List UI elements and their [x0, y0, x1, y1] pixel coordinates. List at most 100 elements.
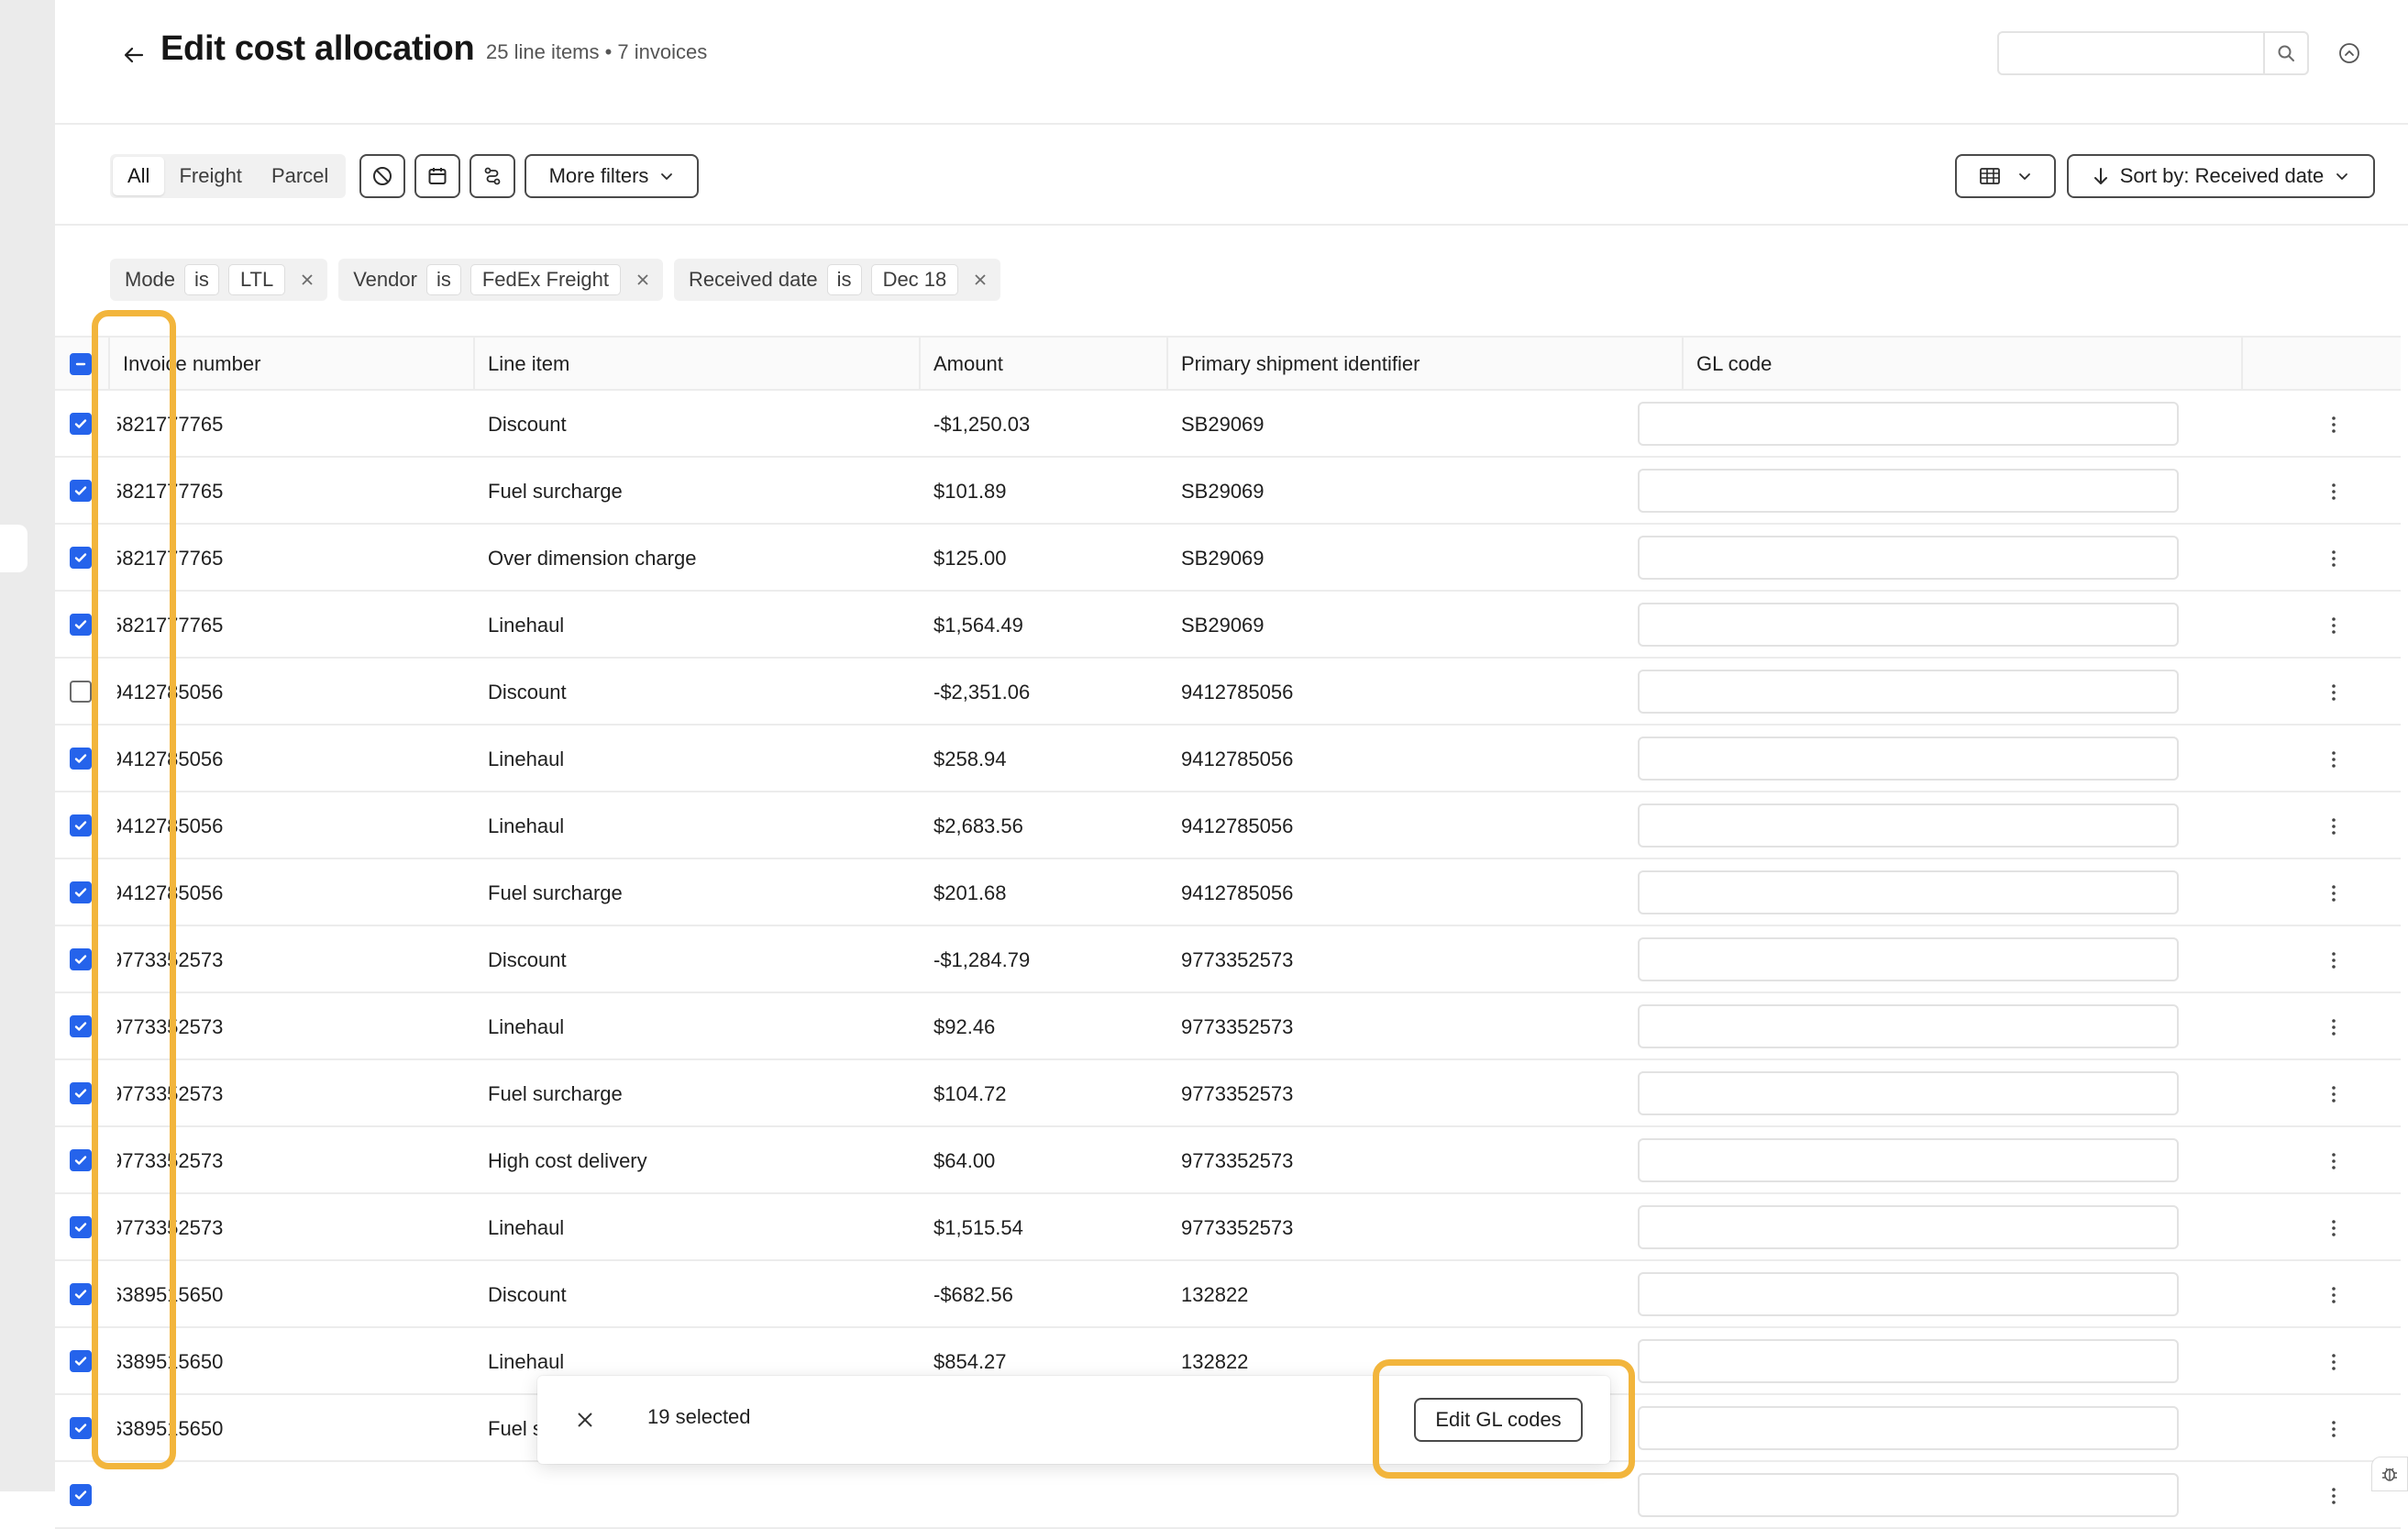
- table-row[interactable]: 9773352573 High cost delivery $64.00 977335…: [55, 1127, 2401, 1194]
- table-row[interactable]: [55, 1462, 2401, 1529]
- table-row[interactable]: 6389515650 Discount -$682.56 132822: [55, 1261, 2401, 1328]
- column-header-line-item[interactable]: Line item: [475, 338, 921, 391]
- filter-chip-received-date[interactable]: Received date is Dec 18: [674, 259, 1001, 301]
- column-header-gl-code[interactable]: GL code: [1684, 338, 2243, 391]
- table-row[interactable]: 9412785056 Discount -$2,351.06 9412785056: [55, 659, 2401, 726]
- more-vertical-icon[interactable]: [2320, 679, 2347, 706]
- date-filter-button[interactable]: [414, 154, 460, 198]
- close-icon[interactable]: [294, 267, 320, 293]
- row-checkbox[interactable]: [70, 1015, 92, 1037]
- close-icon[interactable]: [630, 267, 656, 293]
- chevron-up-circle-icon[interactable]: [2335, 39, 2364, 68]
- table-row[interactable]: 9773352573 Linehaul $1,515.54 9773352573: [55, 1194, 2401, 1261]
- filter-chip-mode[interactable]: Mode is LTL: [110, 259, 328, 301]
- table-row[interactable]: 5821777765 Fuel surcharge $101.89 SB29069: [55, 458, 2401, 525]
- column-header-amount[interactable]: Amount: [921, 338, 1168, 391]
- edit-gl-codes-button[interactable]: Edit GL codes: [1414, 1398, 1583, 1442]
- search-input[interactable]: [1999, 33, 2267, 73]
- row-checkbox[interactable]: [70, 1283, 92, 1305]
- bug-icon[interactable]: [2371, 1457, 2408, 1491]
- more-vertical-icon[interactable]: [2320, 411, 2347, 438]
- filter-chip-vendor[interactable]: Vendor is FedEx Freight: [338, 259, 664, 301]
- filter-value[interactable]: Dec 18: [870, 264, 959, 295]
- more-vertical-icon[interactable]: [2320, 1281, 2347, 1309]
- segment-parcel[interactable]: Parcel: [257, 157, 343, 195]
- row-checkbox[interactable]: [70, 948, 92, 970]
- table-row[interactable]: 9412785056 Linehaul $258.94 9412785056: [55, 726, 2401, 792]
- more-vertical-icon[interactable]: [2320, 1147, 2347, 1175]
- column-header-shipment-identifier[interactable]: Primary shipment identifier: [1168, 338, 1684, 391]
- gl-code-input[interactable]: [1638, 937, 2179, 981]
- row-checkbox[interactable]: [70, 1417, 92, 1439]
- back-arrow-icon[interactable]: [117, 39, 150, 72]
- gl-code-input[interactable]: [1638, 536, 2179, 580]
- more-vertical-icon[interactable]: [2320, 1348, 2347, 1376]
- more-filters-button[interactable]: More filters: [525, 154, 699, 198]
- search-icon[interactable]: [2263, 33, 2307, 73]
- gl-code-input[interactable]: [1638, 870, 2179, 914]
- row-checkbox[interactable]: [70, 614, 92, 636]
- select-all-checkbox[interactable]: [70, 353, 92, 375]
- filter-operator[interactable]: is: [184, 264, 219, 295]
- table-row[interactable]: 5821777765 Linehaul $1,564.49 SB29069: [55, 592, 2401, 659]
- row-checkbox[interactable]: [70, 681, 92, 703]
- more-vertical-icon[interactable]: [2320, 947, 2347, 974]
- more-vertical-icon[interactable]: [2320, 1080, 2347, 1108]
- gl-code-input[interactable]: [1638, 670, 2179, 714]
- exclude-filter-button[interactable]: [359, 154, 405, 198]
- gl-code-input[interactable]: [1638, 402, 2179, 446]
- more-vertical-icon[interactable]: [2320, 1415, 2347, 1443]
- close-icon[interactable]: [967, 267, 993, 293]
- gl-code-input[interactable]: [1638, 1205, 2179, 1249]
- segment-all[interactable]: All: [113, 157, 165, 195]
- gl-code-input[interactable]: [1638, 803, 2179, 848]
- more-vertical-icon[interactable]: [2320, 880, 2347, 907]
- more-vertical-icon[interactable]: [2320, 478, 2347, 505]
- rail-tab[interactable]: [0, 525, 28, 572]
- gl-code-input[interactable]: [1638, 1339, 2179, 1383]
- table-row[interactable]: 9773352573 Discount -$1,284.79 9773352573: [55, 926, 2401, 993]
- segment-freight[interactable]: Freight: [164, 157, 256, 195]
- more-vertical-icon[interactable]: [2320, 545, 2347, 572]
- gl-code-input[interactable]: [1638, 737, 2179, 781]
- row-checkbox[interactable]: [70, 547, 92, 569]
- more-vertical-icon[interactable]: [2320, 1014, 2347, 1041]
- filter-value[interactable]: FedEx Freight: [469, 264, 622, 295]
- table-row[interactable]: 9412785056 Linehaul $2,683.56 9412785056: [55, 792, 2401, 859]
- sort-button[interactable]: Sort by: Received date: [2067, 154, 2375, 198]
- row-checkbox[interactable]: [70, 1216, 92, 1238]
- gl-code-input[interactable]: [1638, 1138, 2179, 1182]
- gl-code-input[interactable]: [1638, 603, 2179, 647]
- table-row[interactable]: 9773352573 Fuel surcharge $104.72 977335257…: [55, 1060, 2401, 1127]
- row-checkbox[interactable]: [70, 1484, 92, 1506]
- gl-code-input[interactable]: [1638, 469, 2179, 513]
- more-vertical-icon[interactable]: [2320, 612, 2347, 639]
- row-checkbox[interactable]: [70, 480, 92, 502]
- filter-value[interactable]: LTL: [227, 264, 286, 295]
- close-icon[interactable]: [570, 1405, 600, 1435]
- gl-code-input[interactable]: [1638, 1473, 2179, 1517]
- row-checkbox[interactable]: [70, 814, 92, 837]
- table-row[interactable]: 9773352573 Linehaul $92.46 9773352573: [55, 993, 2401, 1060]
- more-vertical-icon[interactable]: [2320, 746, 2347, 773]
- more-vertical-icon[interactable]: [2320, 813, 2347, 840]
- row-checkbox[interactable]: [70, 748, 92, 770]
- row-checkbox[interactable]: [70, 881, 92, 903]
- table-row[interactable]: 9412785056 Fuel surcharge $201.68 941278505…: [55, 859, 2401, 926]
- gl-code-input[interactable]: [1638, 1272, 2179, 1316]
- gl-code-input[interactable]: [1638, 1406, 2179, 1450]
- gl-code-input[interactable]: [1638, 1004, 2179, 1048]
- more-vertical-icon[interactable]: [2320, 1482, 2347, 1510]
- table-view-button[interactable]: [1955, 154, 2056, 198]
- row-checkbox[interactable]: [70, 413, 92, 435]
- row-checkbox[interactable]: [70, 1350, 92, 1372]
- column-header-invoice-number[interactable]: Invoice number: [110, 338, 475, 391]
- row-checkbox[interactable]: [70, 1082, 92, 1104]
- gl-code-input[interactable]: [1638, 1071, 2179, 1115]
- row-checkbox[interactable]: [70, 1149, 92, 1171]
- filter-operator[interactable]: is: [425, 264, 461, 295]
- route-filter-button[interactable]: [469, 154, 515, 198]
- more-vertical-icon[interactable]: [2320, 1214, 2347, 1242]
- table-row[interactable]: 5821777765 Over dimension charge $125.00 SB…: [55, 525, 2401, 592]
- table-row[interactable]: 5821777765 Discount -$1,250.03 SB29069: [55, 391, 2401, 458]
